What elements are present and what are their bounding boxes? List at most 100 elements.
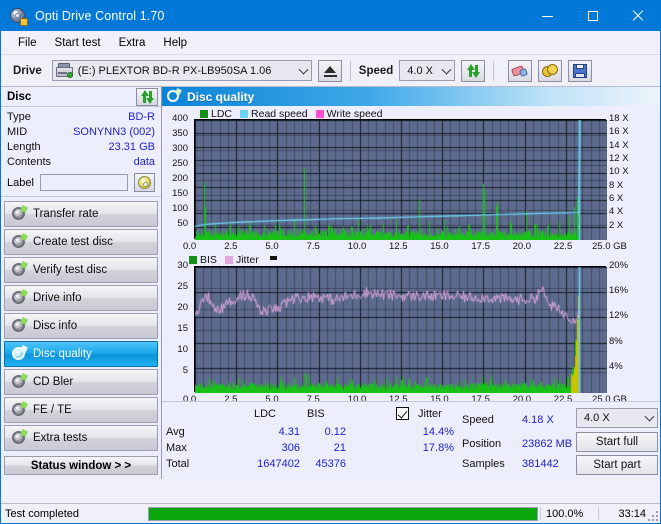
resize-grip[interactable] [648,511,658,521]
chart1-y2tick: 12 X [609,153,629,164]
erase-button[interactable] [508,59,533,82]
sidebar-item-transfer-rate[interactable]: Transfer rate [4,201,158,227]
disc-row-key: Contents [7,156,52,168]
legend-label: Jitter [235,254,259,266]
disc-label-key: Label [7,176,34,189]
chart1-ytick: 250 [172,158,188,169]
sidebar-item-disc-info[interactable]: Disc info [4,313,158,339]
content-area: Disc Type BD-R MID SONYNN3 (002) Length … [1,87,660,479]
save-button[interactable] [568,59,593,82]
chart1-y2tick: 14 X [609,139,629,151]
chart2-y2tick: 16% [609,285,629,297]
sidebar-item-cd-bler[interactable]: CD Bler [4,369,158,395]
stats-row-key-max: Max [166,442,187,454]
chart2-ytick: 25 [177,281,188,292]
cookie-button[interactable] [538,59,563,82]
disc-row-type: Type BD-R [7,110,155,125]
disc-row-value: BD-R [128,111,155,123]
progress-bar [148,506,538,521]
drive-select[interactable]: (E:) PLEXTOR BD-R PX-LB950SA 1.06 [51,60,312,81]
menu-extra[interactable]: Extra [110,34,155,52]
menu-start-test[interactable]: Start test [46,34,110,52]
chart1-y2tick: 16 X [609,126,629,138]
start-part-button[interactable]: Start part [576,455,658,475]
start-full-button[interactable]: Start full [576,432,658,452]
disc-row-value: data [133,156,155,168]
chart1-y2tick: 10 X [609,166,629,178]
sidebar-item-label: Disc quality [33,348,92,360]
disc-icon [167,88,182,103]
stats-col-ldc: LDC [254,408,277,420]
disc-label-button[interactable] [133,173,155,192]
maximize-button[interactable] [570,1,615,31]
chart1-xtick: 0.0 [183,241,197,252]
chart2-y2tick: 12% [609,310,629,322]
stats-avg-bis: 0.12 [324,426,346,438]
chart1-y2tick: 2 X [609,219,624,231]
disc-icon [11,429,28,445]
chart1-xtick: 5.0 [265,241,279,252]
samples-key: Samples [462,458,505,470]
sidebar-item-label: Drive info [33,292,82,304]
sidebar-item-label: Transfer rate [33,208,99,220]
sidebar-item-label: Verify test disc [33,264,108,276]
chart2-ytick: 15 [177,323,188,334]
chart2-ytick: 5 [182,365,188,376]
menu-file[interactable]: File [9,34,46,52]
sidebar-item-label: Create test disc [33,236,113,248]
sidebar-item-disc-quality[interactable]: Disc quality [4,341,158,367]
speed-select[interactable]: 4.0 X [399,60,456,81]
sidebar-item-fe-te[interactable]: FE / TE [4,397,158,423]
minimize-icon [542,15,553,17]
sidebar-item-drive-info[interactable]: Drive info [4,285,158,311]
disc-icon [11,401,28,417]
jitter-checkbox[interactable] [396,407,409,420]
sidebar-item-extra-tests[interactable]: Extra tests [4,425,158,451]
minimize-button[interactable] [525,1,570,31]
cd-icon [137,176,151,189]
cookie-icon [542,63,559,78]
app-disc-icon [9,7,28,26]
disc-label-input[interactable] [39,174,128,191]
legend-swatch [224,256,233,264]
disc-row-key: Type [7,111,31,123]
disc-refresh-button[interactable] [136,87,158,106]
chart2-legend: BIS Jitter [189,254,277,266]
refresh-button[interactable] [461,59,486,82]
window-controls [525,1,660,31]
disc-label-row: Label [7,173,155,192]
chart1-xtick: 15.0 [430,241,449,252]
drive-label: Drive [13,64,42,77]
legend-marker [269,256,277,260]
nav-list: Transfer rate Create test disc Verify te… [1,197,161,453]
disc-row-value: SONYNN3 (002) [73,126,155,138]
disc-icon [11,289,28,305]
sidebar-item-verify-test-disc[interactable]: Verify test disc [4,257,158,283]
stats-avg-ldc: 4.31 [278,426,300,438]
menu-help[interactable]: Help [154,34,196,52]
chart1-xtick: 25.0 GB [592,241,627,252]
eject-icon [323,66,336,73]
chart2-ytick: 10 [177,344,188,355]
disc-icon [11,205,28,221]
chart2-y2tick: 8% [609,335,623,347]
legend-swatch [240,110,249,118]
chart1-xtick: 22.5 [553,241,573,252]
legend-swatch [189,256,197,264]
legend-item-bis: BIS [189,254,217,266]
test-speed-select[interactable]: 4.0 X [576,408,658,428]
sidebar-item-create-test-disc[interactable]: Create test disc [4,229,158,255]
status-window-button[interactable]: Status window > > [4,456,158,475]
stats-col-bis: BIS [307,408,325,420]
legend-swatch [315,110,324,118]
eject-button[interactable] [317,59,342,82]
chart2-canvas [195,267,607,393]
chart1-ytick: 200 [172,173,188,184]
chart2-ytick: 30 [177,260,188,271]
disc-icon [11,233,28,249]
stats-total-bis: 45376 [315,458,346,470]
close-button[interactable] [615,1,660,31]
chart2-plot-area [194,266,607,393]
chart1-y2tick: 4 X [609,206,624,218]
toolbar-divider-2 [493,60,495,81]
